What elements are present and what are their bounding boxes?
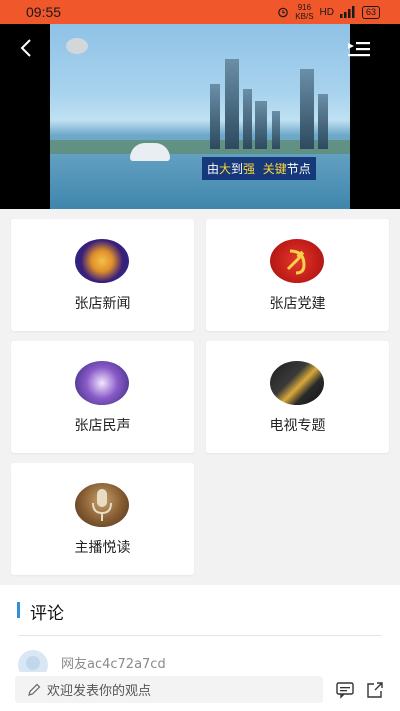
microphone-thumbnail: [75, 483, 129, 527]
building: [243, 89, 252, 149]
tv-special-thumbnail: [270, 361, 324, 405]
status-icons: 916 KB/S HD 63: [277, 3, 380, 21]
caption-part: 节点: [286, 162, 311, 176]
comment-icon[interactable]: [336, 681, 354, 699]
comment-input-bar: 欢迎发表你的观点: [0, 672, 400, 711]
caption-part: 由: [207, 162, 220, 176]
share-icon[interactable]: [366, 681, 384, 699]
building: [225, 59, 239, 149]
grid-item-label: 电视专题: [269, 418, 326, 434]
stadium-dome: [130, 143, 170, 161]
channel-logo: [66, 38, 88, 54]
alarm-icon: [278, 7, 289, 18]
comment-input[interactable]: 欢迎发表你的观点: [15, 676, 323, 703]
grid-item-news[interactable]: 张店新闻: [11, 219, 194, 331]
building: [318, 94, 328, 149]
playlist-icon[interactable]: [348, 40, 370, 58]
net-speed-value: 916: [297, 3, 312, 12]
building: [272, 111, 280, 149]
caption-part: 关键: [262, 162, 287, 176]
grid-item-anchor-reading[interactable]: 主播悦读: [11, 463, 194, 575]
signal-icon: [339, 6, 355, 18]
caption-part: 大: [219, 162, 232, 176]
hammer-sickle-icon: [286, 249, 306, 275]
battery-indicator: 63: [361, 5, 380, 19]
comment-input-placeholder: 欢迎发表你的观点: [47, 684, 152, 699]
news-thumbnail: [75, 239, 129, 283]
video-caption: 由大到强 关键节点: [202, 157, 316, 180]
microphone-icon: [92, 489, 112, 521]
status-time: 09:55: [26, 4, 62, 20]
status-bar: 09:55 916 KB/S HD 63: [0, 0, 400, 24]
building: [210, 84, 220, 149]
grid-item-party[interactable]: 张店党建: [206, 219, 389, 331]
grid-item-tv-special[interactable]: 电视专题: [206, 341, 389, 453]
back-arrow-icon[interactable]: [18, 38, 36, 58]
comments-title: 评论: [30, 604, 64, 624]
video-player[interactable]: 由大到强 关键节点: [0, 24, 400, 209]
pen-icon: [28, 683, 41, 696]
hd-indicator: HD: [319, 6, 334, 18]
caption-part: 到: [231, 162, 244, 176]
grid-item-label: 张店民声: [74, 418, 131, 434]
net-speed: 916 KB/S: [295, 3, 313, 21]
grid-item-label: 主播悦读: [74, 540, 131, 556]
net-speed-unit: KB/S: [295, 12, 314, 21]
grid-item-label: 张店党建: [269, 296, 326, 312]
building: [255, 101, 267, 149]
party-emblem-thumbnail: [270, 239, 324, 283]
grid-item-label: 张店新闻: [74, 296, 131, 312]
building: [300, 69, 314, 149]
divider: [18, 635, 382, 636]
caption-part: 强: [243, 162, 256, 176]
section-accent-bar: [17, 602, 20, 618]
video-frame: 由大到强 关键节点: [50, 24, 350, 209]
civic-voice-thumbnail: [75, 361, 129, 405]
comment-username[interactable]: 网友ac4c72a7cd: [61, 653, 166, 672]
grid-item-voice[interactable]: 张店民声: [11, 341, 194, 453]
